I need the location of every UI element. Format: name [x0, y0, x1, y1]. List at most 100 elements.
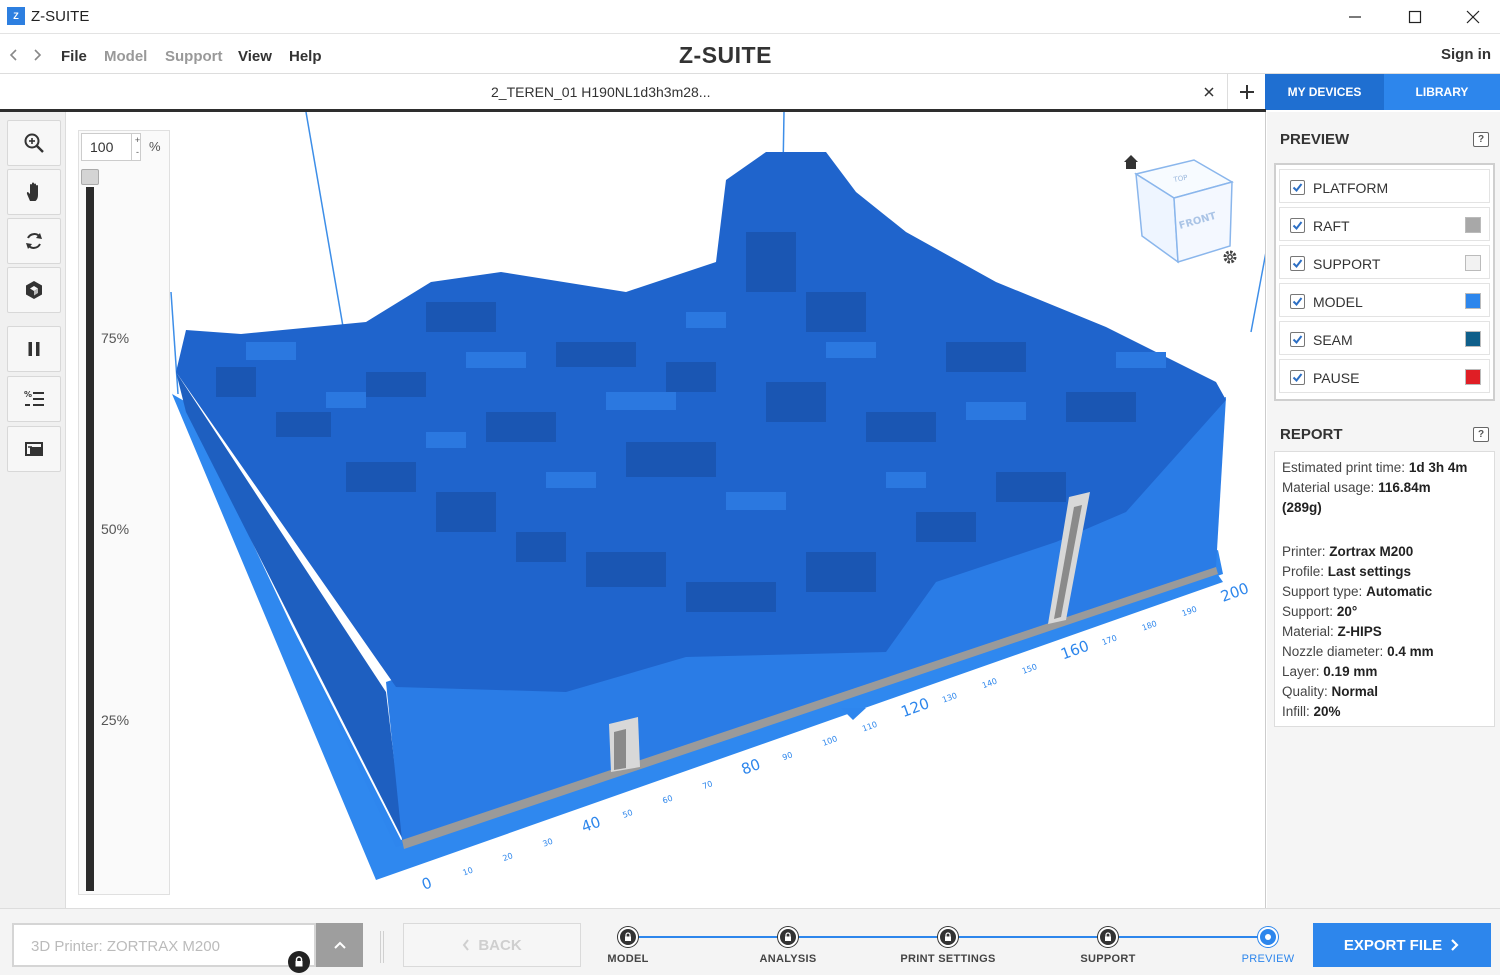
- axis-major-label: 0: [419, 874, 434, 894]
- axis-minor-label: 60: [661, 794, 674, 806]
- wizard-step-analysis[interactable]: ANALYSIS: [733, 909, 843, 975]
- preview-layer-platform-label: PLATFORM: [1313, 180, 1389, 196]
- axis-minor-label: 20: [502, 851, 515, 863]
- report-print-time: Estimated print time: 1d 3h 4m: [1282, 460, 1467, 475]
- rotate-icon: [26, 233, 42, 249]
- sign-in-link[interactable]: Sign in: [1441, 46, 1491, 63]
- close-icon: [1204, 87, 1214, 97]
- menu-support[interactable]: Support: [165, 48, 223, 65]
- printer-select[interactable]: 3D Printer: ZORTRAX M200: [12, 923, 316, 967]
- preview-layer-raft-color-swatch[interactable]: [1465, 217, 1481, 233]
- preview-layer-platform[interactable]: PLATFORM: [1279, 169, 1490, 203]
- report-detail-value: Normal: [1331, 684, 1379, 699]
- report-detail-row: Support: 20°: [1282, 604, 1357, 619]
- file-tab[interactable]: 2_TEREN_01 H190NL1d3h3m28...: [491, 84, 710, 100]
- pan-tool-button[interactable]: [7, 169, 61, 215]
- report-print-time-label: Estimated print time:: [1282, 460, 1406, 475]
- divider: [380, 931, 384, 963]
- preview-title: PREVIEW: [1280, 131, 1350, 148]
- preview-help-icon[interactable]: ?: [1473, 132, 1489, 147]
- menu-model[interactable]: Model: [104, 48, 147, 65]
- menu-file[interactable]: File: [61, 48, 87, 65]
- preview-layer-platform-checkbox[interactable]: [1290, 180, 1305, 195]
- axis-minor-label: 50: [621, 808, 634, 820]
- report-material-label: Material usage:: [1282, 480, 1375, 495]
- wizard-step-preview[interactable]: PREVIEW: [1213, 909, 1323, 975]
- printer-select-toggle[interactable]: [316, 923, 363, 967]
- svg-text:%: %: [24, 390, 32, 399]
- library-button[interactable]: LIBRARY: [1384, 74, 1500, 110]
- slider-mark-50: 50%: [101, 521, 130, 537]
- axis-minor-label: 100: [821, 734, 838, 748]
- back-button-label: BACK: [478, 936, 522, 954]
- axis-major-label: 200: [1218, 579, 1251, 606]
- close-tab-button[interactable]: [1198, 81, 1220, 103]
- maximize-button[interactable]: [1386, 0, 1444, 34]
- axis-major-label: 120: [899, 694, 932, 721]
- wizard-step-print-settings[interactable]: PRINT SETTINGS: [893, 909, 1003, 975]
- view-cube[interactable]: TOP FRONT: [1116, 146, 1246, 276]
- chevron-up-icon: [333, 941, 346, 949]
- preview-layer-pause-checkbox[interactable]: [1290, 370, 1305, 385]
- preview-layer-raft[interactable]: RAFT: [1279, 207, 1490, 241]
- report-help-icon[interactable]: ?: [1473, 427, 1489, 442]
- preview-layer-pause-label: PAUSE: [1313, 370, 1360, 386]
- layer-preview-tool-button[interactable]: [7, 426, 61, 472]
- layer-slider-track[interactable]: [86, 187, 94, 891]
- minimize-button[interactable]: [1326, 0, 1384, 34]
- rotate-tool-button[interactable]: [7, 218, 61, 264]
- menu-view[interactable]: View: [238, 48, 272, 65]
- preview-layer-support-checkbox[interactable]: [1290, 256, 1305, 271]
- menu-help[interactable]: Help: [289, 48, 322, 65]
- my-devices-button[interactable]: MY DEVICES: [1265, 74, 1384, 110]
- chevron-right-icon: [1451, 939, 1459, 951]
- wizard-step-support[interactable]: SUPPORT: [1053, 909, 1163, 975]
- preview-layer-support-color-swatch[interactable]: [1465, 255, 1481, 271]
- preview-layer-support[interactable]: SUPPORT: [1279, 245, 1490, 279]
- zoom-tool-button[interactable]: [7, 120, 61, 166]
- layer-settings-tool-button[interactable]: %: [7, 376, 61, 422]
- pause-tool-button[interactable]: [7, 326, 61, 372]
- preview-layer-seam-color-swatch[interactable]: [1465, 331, 1481, 347]
- zoom-stepper-down[interactable]: -: [136, 147, 139, 157]
- view-cube-tool-button[interactable]: [7, 267, 61, 313]
- layer-slider-handle[interactable]: [81, 169, 99, 185]
- preview-layer-pause-color-swatch[interactable]: [1465, 369, 1481, 385]
- zoom-stepper-up[interactable]: +: [135, 135, 140, 145]
- zoom-stepper[interactable]: + -: [131, 134, 143, 160]
- nav-forward-button[interactable]: [31, 47, 45, 63]
- close-window-button[interactable]: [1444, 0, 1500, 34]
- nav-back-button[interactable]: [6, 47, 20, 63]
- preview-layer-pause[interactable]: PAUSE: [1279, 359, 1490, 393]
- report-material-weight: (289g): [1282, 500, 1322, 515]
- view-cube-graphic[interactable]: TOP FRONT: [1116, 146, 1246, 276]
- add-tab-button[interactable]: [1227, 74, 1265, 110]
- layer-preview-icon: [25, 442, 43, 456]
- wizard-step-label: MODEL: [607, 953, 649, 965]
- report-detail-label: Layer:: [1282, 664, 1320, 679]
- 3d-viewport[interactable]: 0 40 80 120 160 200 10 20 30 50 60 70 90 100 110 130 140…: [66, 112, 1266, 908]
- checkmark-icon: [1292, 373, 1303, 383]
- preview-layer-model[interactable]: MODEL: [1279, 283, 1490, 317]
- report-detail-value: Last settings: [1327, 564, 1412, 579]
- title-bar: Z Z-SUITE: [0, 0, 1500, 34]
- preview-layer-raft-checkbox[interactable]: [1290, 218, 1305, 233]
- preview-layer-model-checkbox[interactable]: [1290, 294, 1305, 309]
- export-file-button[interactable]: EXPORT FILE: [1313, 923, 1491, 967]
- home-icon[interactable]: [1124, 155, 1138, 169]
- pause-icon: [28, 342, 40, 356]
- print-scene[interactable]: 0 40 80 120 160 200 10 20 30 50 60 70 90 100 110 130 140…: [66, 112, 1266, 908]
- zoom-unit: %: [149, 139, 161, 154]
- back-button[interactable]: BACK: [403, 923, 581, 967]
- wizard-step-model[interactable]: MODEL: [573, 909, 683, 975]
- axis-minor-label: 90: [781, 750, 794, 762]
- axis-major-label: 160: [1058, 637, 1091, 664]
- preview-layer-seam-checkbox[interactable]: [1290, 332, 1305, 347]
- preview-layer-model-color-swatch[interactable]: [1465, 293, 1481, 309]
- report-detail-value: Z-HIPS: [1337, 624, 1382, 639]
- axis-minor-label: 170: [1101, 633, 1118, 647]
- preview-layer-seam[interactable]: SEAM: [1279, 321, 1490, 355]
- chevron-left-icon: [9, 49, 17, 61]
- gear-icon[interactable]: [1223, 250, 1237, 264]
- wizard-step-label: PREVIEW: [1241, 953, 1295, 965]
